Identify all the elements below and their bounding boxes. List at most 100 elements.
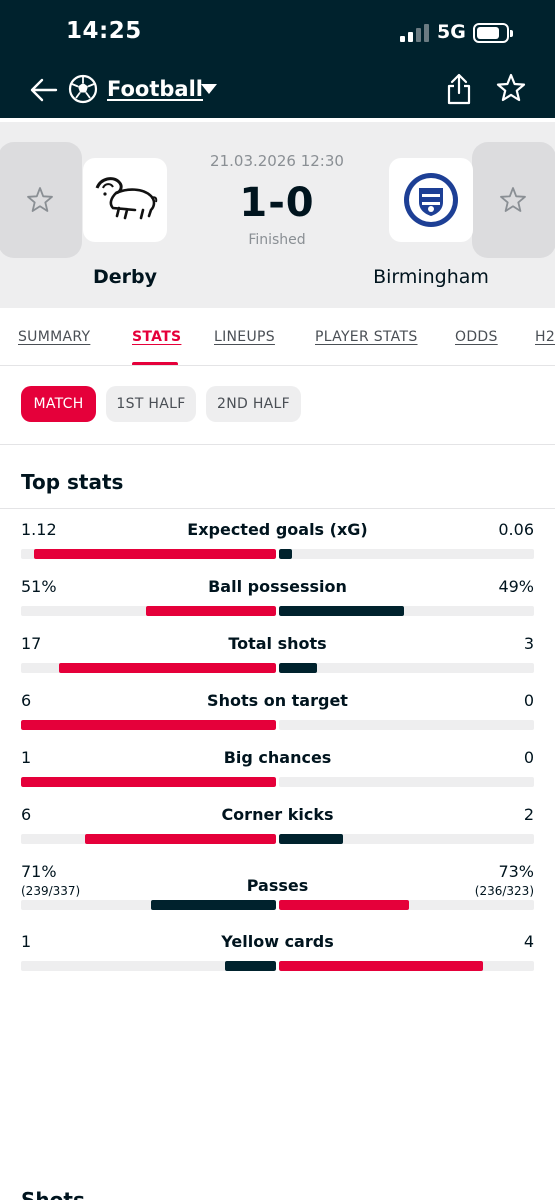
- tab-summary[interactable]: SUMMARY: [18, 329, 90, 345]
- stat-away-value: 0: [523, 691, 534, 710]
- tab-h2h[interactable]: H2H: [535, 329, 555, 345]
- battery-icon: [473, 23, 513, 43]
- stat-row-expected-goals: 1.12 Expected goals (xG) 0.06: [0, 520, 555, 576]
- stat-away-value: 0.06: [498, 520, 534, 539]
- stat-home-detail: (239/337): [21, 884, 81, 898]
- stat-row-big-chances: 1 Big chances 0: [0, 748, 555, 804]
- tab-lineups[interactable]: LINEUPS: [214, 329, 275, 345]
- stat-row-shots-on-target: 6 Shots on target 0: [0, 691, 555, 747]
- stat-away-value: 0: [523, 748, 534, 767]
- stat-home-track: [21, 663, 276, 673]
- stat-home-value: 6: [21, 691, 32, 710]
- derby-ram-crest: [95, 177, 158, 220]
- status-time: 14:25: [66, 18, 142, 44]
- stat-label: Total shots: [228, 634, 327, 653]
- stat-label: Expected goals (xG): [187, 520, 368, 539]
- stat-home-track: [21, 961, 276, 971]
- stat-home-track: [21, 549, 276, 559]
- match-datetime: 21.03.2026 12:30: [210, 152, 344, 170]
- sport-title[interactable]: Football: [107, 77, 203, 101]
- stat-home-value: 1: [21, 932, 32, 951]
- stat-label: Corner kicks: [221, 805, 334, 824]
- stat-home-track: [21, 900, 276, 910]
- stat-label: Passes: [246, 876, 309, 895]
- stat-away-track: [279, 900, 534, 910]
- stat-away-bar: [279, 663, 318, 673]
- match-header: 21.03.2026 12:30 1-0 Finished Derby Birm…: [0, 122, 555, 308]
- stat-home-bar: [145, 606, 276, 616]
- home-team-crest[interactable]: [83, 158, 167, 242]
- stat-home-value: 6: [21, 805, 32, 824]
- stat-home-bar: [59, 663, 276, 673]
- stat-home-bar: [33, 549, 276, 559]
- signal-icon: [400, 24, 430, 42]
- stat-row-corner-kicks: 6 Corner kicks 2: [0, 805, 555, 861]
- stat-home-track: [21, 834, 276, 844]
- stat-away-track: [279, 961, 534, 971]
- stat-away-bar: [279, 549, 292, 559]
- chevron-down-icon[interactable]: [200, 82, 218, 96]
- stat-away-value: 3: [523, 634, 534, 653]
- stat-home-bar: [84, 834, 276, 844]
- stat-label: Shots on target: [207, 691, 348, 710]
- soccer-ball-icon: [68, 74, 98, 104]
- divider: [0, 508, 555, 509]
- birmingham-crest: [404, 173, 458, 227]
- back-arrow-icon[interactable]: [28, 74, 60, 106]
- stat-away-track: [279, 663, 534, 673]
- star-outline-icon: [27, 187, 53, 212]
- stat-away-value: 49%: [498, 577, 534, 596]
- share-icon[interactable]: [444, 72, 474, 106]
- stat-away-detail: (236/323): [474, 884, 534, 898]
- stat-row-yellow-cards: 1 Yellow cards 4: [0, 932, 555, 988]
- star-icon[interactable]: [495, 72, 527, 104]
- stat-home-value: 17: [21, 634, 42, 653]
- active-tab-indicator: [132, 362, 178, 365]
- match-score: 1-0: [239, 180, 315, 226]
- stat-away-track: [279, 834, 534, 844]
- stat-home-track: [21, 777, 276, 787]
- stat-label: Yellow cards: [221, 932, 334, 951]
- stat-label: Ball possession: [208, 577, 347, 596]
- stat-away-track: [279, 720, 534, 730]
- away-team-name[interactable]: Birmingham: [358, 266, 504, 288]
- app-header: 14:25 5G Football: [0, 0, 555, 118]
- stat-home-track: [21, 606, 276, 616]
- star-outline-icon: [500, 187, 526, 212]
- match-tabs: SUMMARY STATS LINEUPS PLAYER STATS ODDS …: [0, 308, 555, 366]
- period-chip-2nd-half[interactable]: 2ND HALF: [206, 386, 301, 422]
- network-label: 5G: [437, 21, 466, 43]
- stat-row-passes: 71% (239/337) Passes 73% (236/323): [0, 862, 555, 922]
- stat-label: Big chances: [223, 748, 332, 767]
- stat-home-value: 1: [21, 748, 32, 767]
- stat-row-ball-possession: 51% Ball possession 49%: [0, 577, 555, 633]
- stat-away-value: 2: [523, 805, 534, 824]
- tab-odds[interactable]: ODDS: [455, 329, 498, 345]
- divider: [0, 444, 555, 445]
- stat-home-bar: [225, 961, 276, 971]
- stat-away-track: [279, 777, 534, 787]
- stat-away-track: [279, 606, 534, 616]
- stat-home-value: 51%: [21, 577, 57, 596]
- match-status: Finished: [248, 232, 306, 248]
- section-title-shots: Shots: [21, 1188, 85, 1200]
- stat-away-bar: [279, 834, 343, 844]
- stat-home-bar: [21, 777, 276, 787]
- stat-away-track: [279, 549, 534, 559]
- stat-away-value: 73%: [498, 862, 534, 881]
- tab-stats[interactable]: STATS: [132, 329, 181, 345]
- stat-home-bar: [151, 900, 276, 910]
- away-favorite-button[interactable]: [472, 142, 555, 258]
- away-team-crest[interactable]: [389, 158, 473, 242]
- stat-row-total-shots: 17 Total shots 3: [0, 634, 555, 690]
- period-chip-match[interactable]: MATCH: [21, 386, 96, 422]
- tab-player-stats[interactable]: PLAYER STATS: [315, 329, 418, 345]
- period-chip-1st-half[interactable]: 1ST HALF: [106, 386, 196, 422]
- home-favorite-button[interactable]: [0, 142, 82, 258]
- stat-away-bar: [279, 900, 410, 910]
- stat-home-value: 71%: [21, 862, 57, 881]
- home-team-name[interactable]: Derby: [70, 266, 180, 288]
- section-title: Top stats: [21, 470, 124, 494]
- stat-home-value: 1.12: [21, 520, 57, 539]
- stat-away-value: 4: [523, 932, 534, 951]
